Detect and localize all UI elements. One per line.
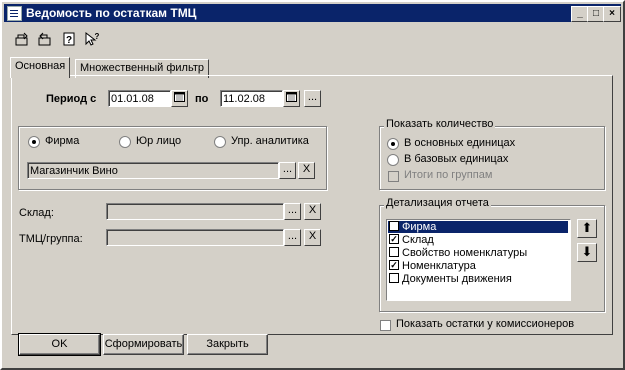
warehouse-select-button[interactable]: ... — [284, 203, 301, 220]
radio-base-units[interactable] — [387, 154, 399, 166]
list-item-checkbox[interactable] — [389, 273, 399, 283]
ok-button[interactable]: OK — [18, 333, 101, 356]
radio-legal-entity-label: Юр лицо — [136, 135, 182, 147]
list-item[interactable]: ✓ Склад — [388, 234, 568, 246]
entity-select-button[interactable]: ... — [279, 162, 296, 179]
warehouse-label: Склад: — [19, 207, 54, 219]
document-icon — [7, 6, 22, 21]
radio-mgmt-analytics-label: Упр. аналитика — [231, 135, 309, 147]
radio-main-units-label: В основных единицах — [404, 137, 516, 149]
move-up-button[interactable]: ⬆ — [577, 219, 597, 238]
calendar-from-button[interactable] — [171, 90, 188, 107]
help-icon[interactable]: ? — [61, 31, 77, 47]
detail-group-title: Детализация отчета — [384, 197, 491, 209]
quantity-group-title: Показать количество — [384, 118, 496, 130]
context-help-icon[interactable]: ? — [84, 31, 100, 47]
list-item-checkbox[interactable]: ✓ — [389, 234, 399, 244]
warehouse-field[interactable] — [106, 203, 284, 220]
calendar-icon — [174, 92, 185, 102]
svg-text:?: ? — [66, 35, 72, 46]
calendar-to-button[interactable] — [283, 90, 300, 107]
radio-legal-entity[interactable] — [119, 136, 131, 148]
radio-firm-label: Фирма — [45, 135, 80, 147]
goods-clear-button[interactable]: X — [304, 229, 321, 246]
window-title: Ведомость по остаткам ТМЦ — [26, 6, 197, 20]
commission-label: Показать остатки у комиссионеров — [396, 318, 575, 330]
save-settings-icon[interactable] — [14, 31, 30, 47]
goods-select-button[interactable]: ... — [284, 229, 301, 246]
tab-main[interactable]: Основная — [10, 57, 71, 78]
list-item[interactable]: Фирма — [388, 221, 568, 233]
list-item[interactable]: Свойство номенклатуры — [388, 247, 568, 259]
goods-field[interactable] — [106, 229, 284, 246]
period-to-label: по — [195, 93, 209, 105]
group-totals-checkbox[interactable] — [388, 171, 399, 182]
period-from-field[interactable]: 01.01.08 — [108, 90, 171, 107]
radio-main-units[interactable] — [387, 138, 399, 150]
close-button[interactable]: Закрыть — [187, 334, 268, 355]
goods-label: ТМЦ/группа: — [19, 233, 83, 245]
group-totals-label: Итоги по группам — [404, 169, 493, 181]
close-window-button[interactable]: × — [603, 6, 621, 22]
list-item-checkbox[interactable]: ✓ — [389, 260, 399, 270]
move-down-button[interactable]: ⬇ — [577, 243, 597, 262]
radio-firm[interactable] — [28, 136, 40, 148]
generate-button[interactable]: Сформировать — [103, 334, 184, 355]
restore-settings-icon[interactable] — [37, 31, 53, 47]
period-more-button[interactable]: ... — [304, 90, 321, 107]
period-to-field[interactable]: 11.02.08 — [220, 90, 283, 107]
commission-checkbox[interactable] — [380, 320, 391, 331]
detail-list[interactable]: Фирма ✓ Склад Свойство номенклатуры ✓ Номе… — [386, 219, 571, 301]
calendar-icon — [286, 92, 297, 102]
entity-clear-button[interactable]: X — [298, 162, 315, 179]
warehouse-clear-button[interactable]: X — [304, 203, 321, 220]
list-item[interactable]: ✓ Номенклатура — [388, 260, 568, 272]
title-bar[interactable]: Ведомость по остаткам ТМЦ _ □ × — [4, 4, 621, 22]
period-label: Период с — [46, 93, 97, 105]
radio-mgmt-analytics[interactable] — [214, 136, 226, 148]
list-item[interactable]: Документы движения — [388, 273, 568, 285]
entity-field[interactable]: Магазинчик Вино — [27, 162, 279, 179]
list-item-checkbox[interactable] — [389, 221, 399, 231]
report-window: Ведомость по остаткам ТМЦ _ □ × ? ? Осно… — [0, 0, 625, 370]
svg-text:?: ? — [95, 32, 100, 41]
list-item-checkbox[interactable] — [389, 247, 399, 257]
radio-base-units-label: В базовых единицах — [404, 153, 509, 165]
